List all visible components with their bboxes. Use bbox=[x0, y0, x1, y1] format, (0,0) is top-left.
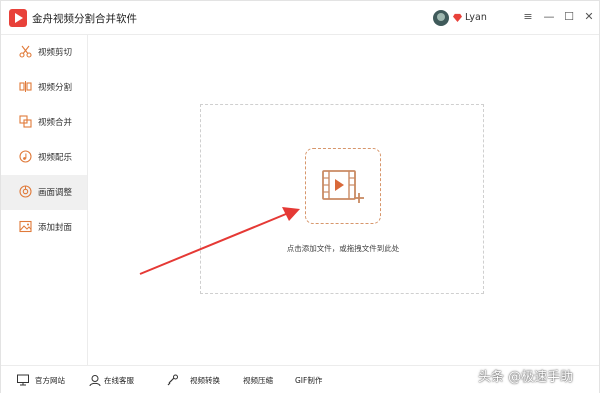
footer-item-label: 视频压缩 bbox=[243, 376, 273, 385]
sidebar-item-adjust[interactable]: 画面调整 bbox=[1, 175, 87, 210]
drop-hint-text: 点击添加文件，或拖拽文件到此处 bbox=[286, 244, 400, 253]
sidebar-item-cover[interactable]: 添加封面 bbox=[1, 210, 87, 245]
app-title: 金舟视频分割合并软件 bbox=[32, 13, 137, 25]
sidebar-item-merge[interactable]: 视频合并 bbox=[1, 105, 87, 140]
headset-icon bbox=[89, 375, 101, 386]
footer-item-label: 在线客服 bbox=[104, 376, 134, 385]
vip-diamond-icon bbox=[453, 13, 462, 22]
title-bar: 金舟视频分割合并软件 Lyan ≡ — ☐ ✕ bbox=[1, 1, 599, 35]
close-button[interactable]: ✕ bbox=[582, 10, 596, 24]
sidebar-item-label: 视频合并 bbox=[38, 118, 73, 128]
watermark-text: 头条 @极速手助 bbox=[478, 370, 574, 385]
username[interactable]: Lyan bbox=[465, 12, 487, 23]
app-window: 金舟视频分割合并软件 Lyan ≡ — ☐ ✕ 视频剪切 视频分割 视频合并 视… bbox=[0, 0, 600, 393]
sidebar-item-label: 视频分割 bbox=[38, 83, 73, 93]
footer-item-label: GIF制作 bbox=[295, 376, 323, 385]
adjust-icon bbox=[19, 185, 32, 198]
footer-video-compress[interactable]: 视频压缩 bbox=[241, 366, 281, 393]
menu-button[interactable]: ≡ bbox=[521, 10, 535, 24]
sidebar: 视频剪切 视频分割 视频合并 视频配乐 画面调整 添加封面 bbox=[1, 35, 88, 365]
convert-icon bbox=[167, 374, 178, 386]
footer-official-site[interactable]: 官方网站 bbox=[15, 366, 75, 393]
avatar[interactable] bbox=[433, 10, 449, 26]
music-icon bbox=[19, 150, 32, 163]
footer-gif-maker[interactable]: GIF制作 bbox=[293, 366, 333, 393]
image-icon bbox=[19, 220, 32, 233]
sidebar-item-split[interactable]: 视频分割 bbox=[1, 70, 87, 105]
scissors-icon bbox=[19, 45, 32, 58]
monitor-icon bbox=[17, 374, 29, 386]
merge-icon bbox=[19, 115, 32, 128]
add-video-icon bbox=[322, 170, 364, 203]
sidebar-item-cut[interactable]: 视频剪切 bbox=[1, 35, 87, 70]
sidebar-item-music[interactable]: 视频配乐 bbox=[1, 140, 87, 175]
split-icon bbox=[19, 81, 32, 92]
app-logo-icon bbox=[9, 9, 27, 27]
footer-video-convert[interactable]: 视频转换 bbox=[165, 366, 225, 393]
sidebar-item-label: 视频配乐 bbox=[38, 153, 73, 163]
add-file-button[interactable] bbox=[305, 148, 381, 224]
sidebar-item-label: 视频剪切 bbox=[38, 48, 73, 58]
footer-item-label: 官方网站 bbox=[35, 376, 65, 385]
sidebar-item-label: 画面调整 bbox=[38, 188, 73, 198]
maximize-button[interactable]: ☐ bbox=[562, 10, 576, 24]
footer-item-label: 视频转换 bbox=[190, 376, 220, 385]
minimize-button[interactable]: — bbox=[542, 10, 556, 24]
footer-online-service[interactable]: 在线客服 bbox=[87, 366, 147, 393]
sidebar-item-label: 添加封面 bbox=[38, 223, 73, 233]
